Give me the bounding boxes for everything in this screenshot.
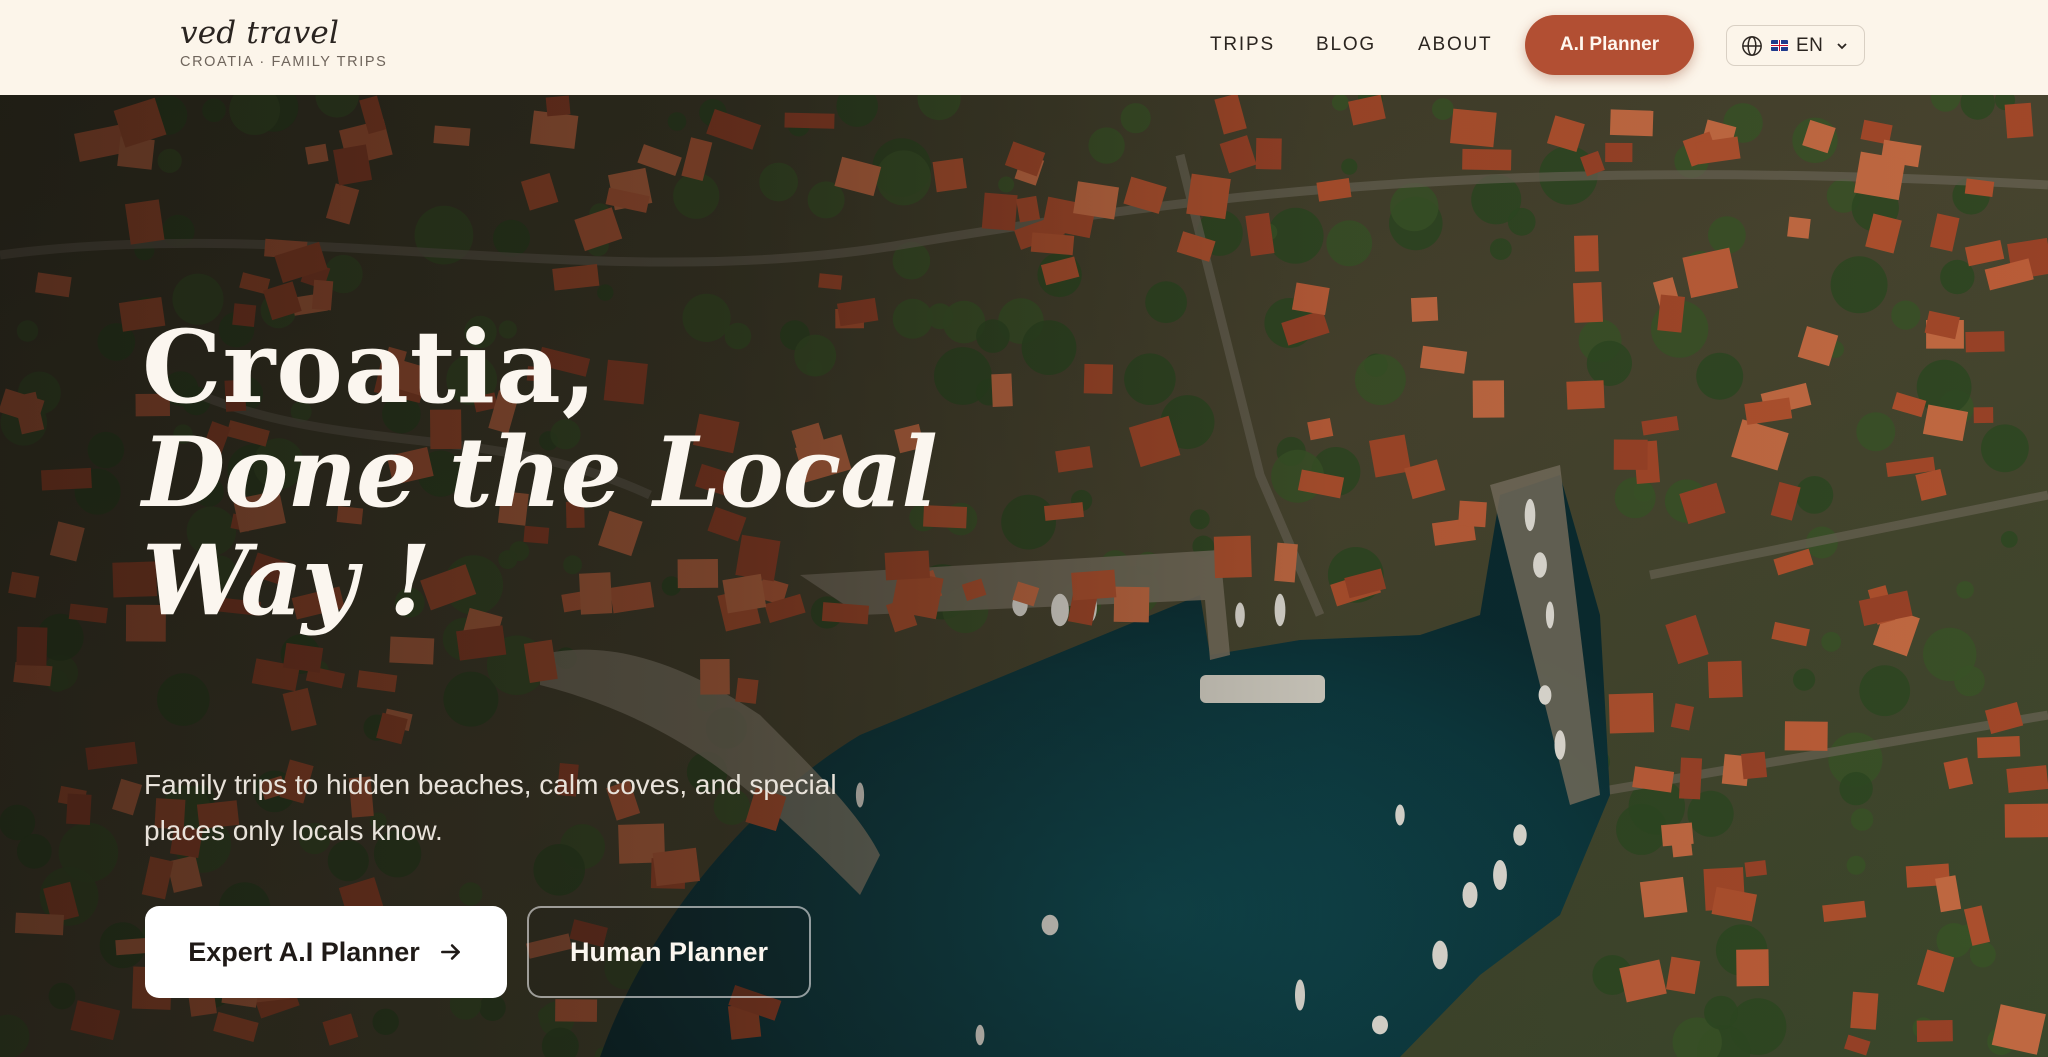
expert-ai-planner-label: Expert A.I Planner [188,936,420,967]
brand-tagline: CROATIA · FAMILY TRIPS [180,54,388,70]
chevron-down-icon [1837,42,1848,49]
human-planner-label: Human Planner [569,936,769,967]
nav-link-blog[interactable]: BLOG [1316,34,1376,56]
hero-subtitle: Family trips to hidden beaches, calm cov… [144,769,837,846]
human-planner-button[interactable]: Human Planner [527,906,811,998]
brand-logo[interactable]: ved travel CROATIA · FAMILY TRIPS [180,14,387,70]
hero-title-line2: Done the Local [142,416,938,529]
language-selector[interactable]: EN [1726,25,1865,66]
arrow-right-icon [440,944,460,960]
ai-planner-button[interactable]: A.I Planner [1525,15,1694,75]
hero-title-line1: Croatia, [142,308,598,426]
expert-ai-planner-button[interactable]: Expert A.I Planner [145,906,507,998]
hero-title: Croatia, Done the Local Way ! [142,308,938,637]
nav-link-trips[interactable]: TRIPS [1210,34,1275,56]
hero-title-line3: Way ! [142,524,431,637]
brand-name: ved travel [180,15,340,51]
uk-flag-icon [1771,40,1788,51]
nav-link-about[interactable]: ABOUT [1418,34,1492,56]
language-label: EN [1796,34,1824,56]
globe-icon [1742,35,1762,56]
site-header: ved travel CROATIA · FAMILY TRIPS TRIPS … [0,0,2048,95]
